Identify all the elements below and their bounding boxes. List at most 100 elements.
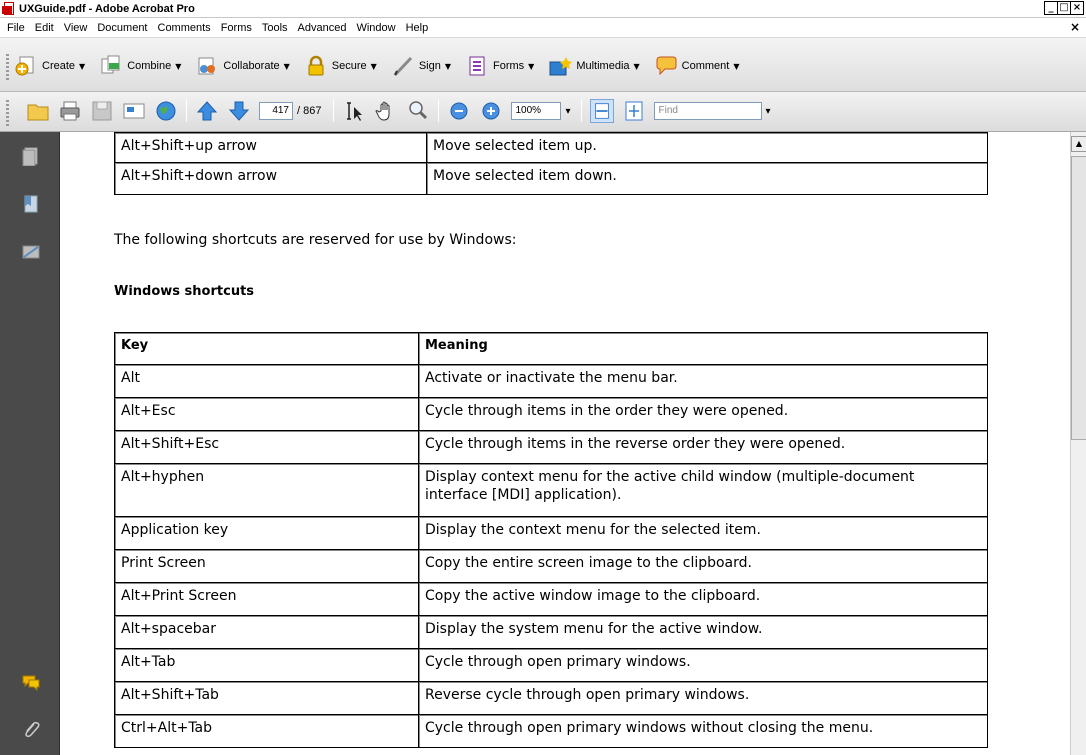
comments-icon[interactable]	[21, 672, 41, 692]
vertical-scrollbar[interactable]: ▲	[1070, 132, 1086, 755]
menu-forms[interactable]: Forms	[216, 22, 257, 34]
lock-icon	[308, 55, 324, 76]
meaning-cell: Move selected item up.	[426, 132, 988, 163]
zoom-in-icon[interactable]	[479, 99, 503, 123]
toolbar-grip[interactable]	[6, 54, 9, 80]
menu-comments[interactable]: Comments	[153, 22, 216, 34]
previous-page-icon[interactable]	[195, 99, 219, 123]
shortcuts-table-continued: Alt+Shift+up arrow Move selected item up…	[114, 132, 988, 195]
select-text-icon[interactable]	[342, 99, 366, 123]
email-icon[interactable]	[122, 99, 146, 123]
comment-icon	[656, 56, 677, 76]
table-row: Ctrl+Alt+Tab Cycle through open primary w…	[114, 714, 988, 748]
table-row: Print Screen Copy the entire screen image…	[114, 549, 988, 583]
menu-advanced[interactable]: Advanced	[293, 22, 352, 34]
key-cell: Alt+Esc	[114, 397, 419, 431]
standard-toolbar: 417 / 867 100% ▾ Find ▾	[0, 92, 1086, 132]
maximize-button[interactable]: □	[1057, 1, 1071, 15]
find-input[interactable]: Find	[653, 102, 762, 120]
collaborate-task-button[interactable]: Collaborate ▼	[195, 55, 290, 77]
toolbar-separator	[186, 100, 187, 122]
chevron-down-icon: ▼	[733, 61, 740, 71]
key-cell: Alt+Shift+Tab	[114, 681, 419, 715]
close-button[interactable]: ×	[1070, 1, 1084, 15]
header-key: Key	[114, 332, 419, 365]
toolbar-separator	[580, 100, 582, 122]
meaning-cell: Display the context menu for the selecte…	[418, 516, 988, 550]
hand-tool-icon[interactable]	[374, 99, 398, 123]
create-icon	[15, 56, 34, 76]
zoom-out-icon[interactable]	[447, 99, 471, 123]
table-header-row: Key Meaning	[114, 332, 988, 365]
toolbar-separator	[333, 100, 335, 122]
menu-file[interactable]: File	[2, 22, 30, 34]
table-row: Application key Display the context menu …	[114, 516, 988, 550]
open-folder-icon[interactable]	[26, 99, 50, 123]
section-heading: Windows shortcuts	[114, 284, 255, 299]
combine-icon	[101, 55, 120, 74]
menu-window[interactable]: Window	[351, 22, 400, 34]
table-row: Alt+Shift+down arrow Move selected item …	[114, 162, 988, 195]
attachments-icon[interactable]	[21, 720, 41, 740]
meaning-cell: Cycle through open primary windows.	[418, 648, 988, 682]
zoom-dropdown-icon[interactable]: ▾	[565, 106, 570, 117]
meaning-cell: Copy the active window image to the clip…	[418, 582, 988, 616]
document-close-button[interactable]: ×	[1070, 20, 1080, 34]
key-cell: Print Screen	[114, 549, 419, 583]
acrobat-app-icon	[2, 1, 16, 16]
fit-page-icon[interactable]	[622, 99, 646, 123]
table-row: Alt+Shift+Esc Cycle through items in the …	[114, 430, 988, 464]
meaning-cell: Cycle through open primary windows witho…	[418, 714, 988, 748]
scroll-up-button[interactable]: ▲	[1071, 136, 1086, 152]
sign-task-label: Sign	[418, 60, 441, 72]
zoom-level-input[interactable]: 100%	[511, 102, 562, 120]
forms-task-button[interactable]: Forms ▼	[465, 55, 534, 77]
next-page-icon[interactable]	[227, 99, 251, 123]
combine-task-label: Combine	[127, 60, 172, 72]
chevron-down-icon: ▼	[283, 61, 290, 71]
menu-edit[interactable]: Edit	[30, 22, 59, 34]
comment-task-label: Comment	[681, 60, 730, 72]
chevron-down-icon: ▼	[528, 61, 535, 71]
signatures-icon[interactable]	[21, 242, 41, 262]
pen-icon	[393, 56, 412, 77]
meaning-cell: Activate or inactivate the menu bar.	[418, 364, 988, 398]
combine-task-button[interactable]: Combine ▼	[99, 55, 181, 77]
menu-view[interactable]: View	[59, 22, 93, 34]
multimedia-task-button[interactable]: Multimedia ▼	[548, 55, 640, 77]
secure-task-button[interactable]: Secure ▼	[304, 55, 377, 77]
comment-task-button[interactable]: Comment ▼	[654, 55, 740, 77]
table-row: Alt+Shift+Tab Reverse cycle through open …	[114, 681, 988, 715]
table-row: Alt+Print Screen Copy the active window i…	[114, 582, 988, 616]
page-number-input[interactable]: 417	[259, 102, 293, 120]
create-task-button[interactable]: Create ▼	[14, 55, 85, 77]
save-icon[interactable]	[90, 99, 114, 123]
navigation-pane	[0, 132, 60, 755]
key-cell: Alt+Shift+Esc	[114, 430, 419, 464]
menu-help[interactable]: Help	[401, 22, 434, 34]
scroll-thumb[interactable]	[1071, 156, 1086, 440]
create-task-label: Create	[42, 60, 76, 72]
document-view: Alt+Shift+up arrow Move selected item up…	[60, 132, 1070, 755]
key-cell: Alt+Print Screen	[114, 582, 419, 616]
key-cell: Ctrl+Alt+Tab	[114, 714, 419, 748]
toolbar-separator	[438, 100, 440, 122]
table-row: Alt+Tab Cycle through open primary window…	[114, 648, 988, 682]
bookmarks-icon[interactable]	[21, 194, 41, 214]
table-row: Alt+spacebar Display the system menu for …	[114, 615, 988, 649]
web-globe-icon[interactable]	[154, 99, 178, 123]
print-icon[interactable]	[58, 99, 82, 123]
minimize-button[interactable]: _	[1044, 1, 1058, 15]
collaborate-task-label: Collaborate	[223, 60, 280, 72]
zoom-marquee-icon[interactable]	[406, 99, 430, 123]
find-dropdown-icon[interactable]: ▾	[766, 106, 771, 117]
document-page: Alt+Shift+up arrow Move selected item up…	[60, 132, 1070, 755]
sign-task-button[interactable]: Sign ▼	[391, 55, 451, 77]
menu-tools[interactable]: Tools	[257, 22, 293, 34]
window-title: UXGuide.pdf - Adobe Acrobat Pro	[19, 2, 195, 15]
pages-icon[interactable]	[21, 146, 41, 166]
header-meaning: Meaning	[418, 332, 988, 365]
fit-width-icon[interactable]	[589, 99, 614, 123]
toolbar-grip[interactable]	[6, 100, 9, 126]
menu-document[interactable]: Document	[92, 22, 152, 34]
